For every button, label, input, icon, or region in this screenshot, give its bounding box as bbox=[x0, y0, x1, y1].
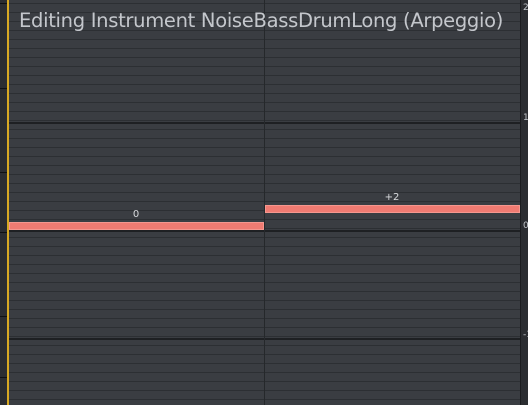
ruler-tick bbox=[0, 232, 7, 233]
scale-label-2: 2 bbox=[523, 3, 528, 13]
ruler-tick bbox=[0, 3, 7, 4]
step-0-bar[interactable] bbox=[9, 222, 264, 230]
ruler-tick bbox=[0, 316, 7, 317]
right-ruler bbox=[520, 0, 528, 405]
arpeggio-editor[interactable]: 0 +2 Editing Instrument NoiseBassDrumLon… bbox=[0, 0, 528, 405]
ruler-tick bbox=[0, 88, 7, 89]
step-divider bbox=[264, 0, 265, 405]
step-0-value-label: 0 bbox=[132, 209, 140, 220]
scale-label-neg-1: -1 bbox=[523, 330, 528, 340]
scale-label-1: 1 bbox=[523, 113, 528, 123]
step-1-bar[interactable] bbox=[265, 205, 520, 213]
arpeggio-grid[interactable]: 0 +2 bbox=[9, 0, 520, 405]
ruler-tick bbox=[0, 377, 7, 378]
ruler-tick bbox=[0, 172, 7, 173]
left-ruler bbox=[0, 0, 7, 405]
scale-label-0: 0 bbox=[523, 221, 528, 231]
editor-title: Editing Instrument NoiseBassDrumLong (Ar… bbox=[19, 9, 504, 32]
step-1-value-label: +2 bbox=[384, 192, 400, 203]
